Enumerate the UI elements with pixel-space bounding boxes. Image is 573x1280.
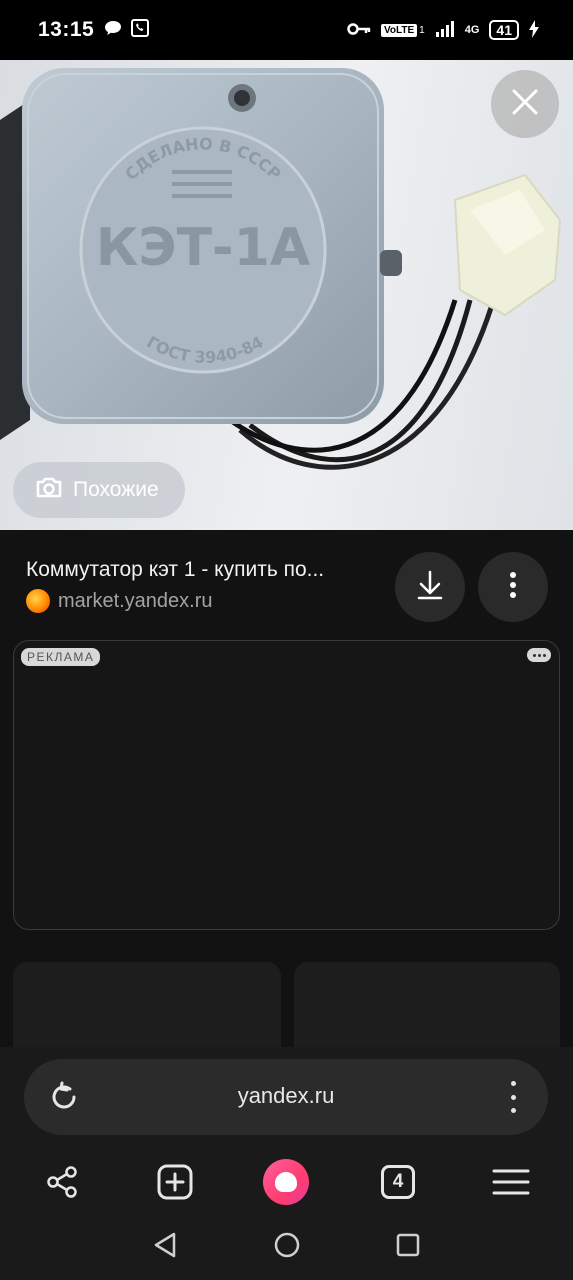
key-icon [347,22,371,39]
battery-level: 41 [489,20,519,40]
status-time: 13:15 [38,18,95,41]
address-bar[interactable]: yandex.ru [24,1059,548,1135]
download-button[interactable] [395,552,465,622]
close-icon [511,88,539,121]
home-icon[interactable] [272,1230,302,1260]
chat-bubble-icon [104,20,122,41]
close-button[interactable] [491,70,559,138]
alice-icon [263,1159,309,1205]
volte-icon: VoLTE [380,23,418,37]
browser-bottom-panel: yandex.ru 4 [0,1047,573,1210]
signal-icon [435,20,455,40]
similar-images-button[interactable]: Похожие [13,462,185,518]
address-menu-icon[interactable] [508,1081,518,1113]
phone-wifi-icon [130,18,150,43]
device-photo: СДЕЛАНО В СССР КЭТ-1А ГОСТ 3940-84 [0,68,562,470]
similar-images-label: Похожие [73,478,159,501]
4g-icon: 4G [464,24,480,36]
tabs-button[interactable]: 4 [375,1159,421,1205]
system-nav-bar [0,1210,573,1280]
result-source: market.yandex.ru [58,589,213,612]
menu-icon[interactable] [488,1159,534,1205]
ad-block[interactable]: РЕКЛАМА [13,640,560,930]
new-tab-icon[interactable] [152,1159,198,1205]
ad-menu-button[interactable] [527,648,551,662]
result-source-link[interactable]: market.yandex.ru [26,589,213,613]
image-viewer[interactable]: СДЕЛАНО В СССР КЭТ-1А ГОСТ 3940-84 Похож… [0,60,573,530]
download-icon [416,570,444,605]
alice-button[interactable] [263,1159,309,1205]
result-info: Коммутатор кэт 1 - купить по... market.y… [0,530,573,630]
address-text[interactable]: yandex.ru [24,1083,548,1109]
status-bar: 13:15 VoLTE 1 4G 41 [0,0,573,60]
recents-icon[interactable] [393,1230,423,1260]
charging-icon [529,19,539,41]
back-icon[interactable] [150,1230,180,1260]
tabs-count: 4 [381,1165,415,1199]
camera-search-icon [35,475,63,505]
ad-badge: РЕКЛАМА [21,648,101,666]
result-title[interactable]: Коммутатор кэт 1 - купить по... [26,558,324,582]
more-vertical-icon [509,571,517,604]
sim-number: 1 [419,24,425,36]
share-icon[interactable] [39,1159,85,1205]
browser-toolbar: 4 [0,1159,573,1205]
device-model: КЭТ-1А [96,218,310,278]
more-options-button[interactable] [478,552,548,622]
market-favicon-icon [26,589,50,613]
